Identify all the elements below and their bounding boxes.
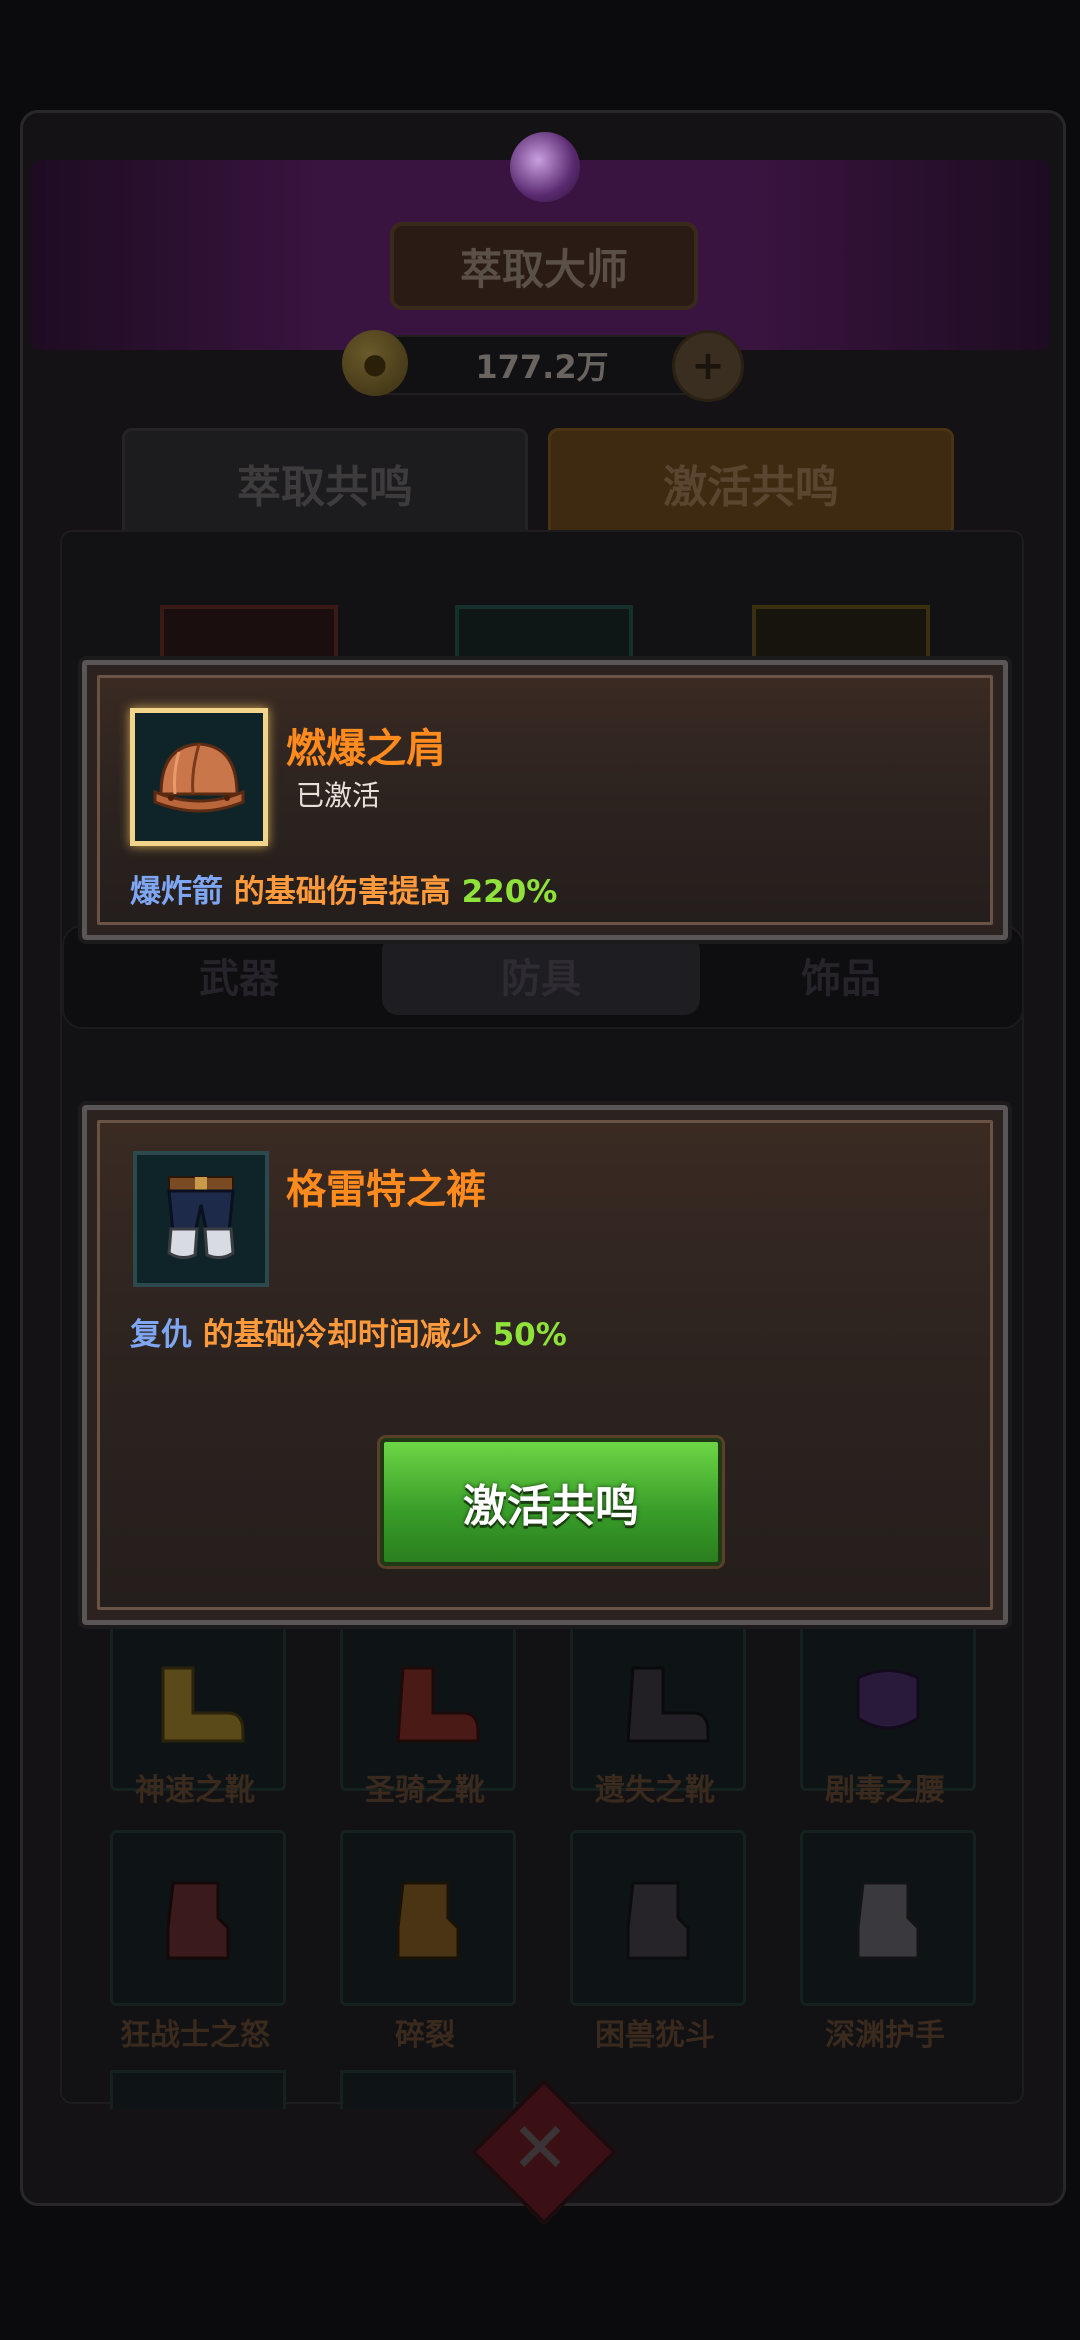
grid-item-label: 深渊护手: [825, 2018, 945, 2053]
belt-purple-icon: [856, 1669, 920, 1730]
coin-icon: ●: [342, 330, 408, 396]
popup-inner-frame: 燃爆之肩 已激活 爆炸箭 的基础伤害提高 220%: [97, 675, 993, 925]
grid-item-label: 困兽犹斗: [595, 2018, 715, 2053]
grid-item-label: 圣骑之靴: [365, 1773, 485, 1808]
gauntlet-gold-icon: [396, 1881, 460, 1960]
page-title: 萃取大师: [390, 222, 698, 310]
item-icon-slot: [130, 708, 268, 846]
grid-item[interactable]: [570, 1830, 746, 2006]
pants-icon: [167, 1176, 235, 1260]
segment-accessories[interactable]: 饰品: [682, 925, 1000, 1025]
tab-extract-resonance[interactable]: 萃取共鸣: [122, 428, 528, 538]
crystal-orb-icon: [510, 132, 580, 202]
grid-item-label: 神速之靴: [135, 1773, 255, 1808]
segment-armor[interactable]: 防具: [382, 925, 700, 1025]
item-icon-slot: [133, 1151, 269, 1287]
gauntlet-red-icon: [166, 1881, 230, 1960]
effect-value: 50%: [492, 1317, 567, 1353]
item-name: 格雷特之裤: [286, 1167, 486, 1213]
skill-name: 复仇: [130, 1317, 192, 1353]
currency-amount: 177.2万: [475, 348, 609, 386]
helmet-icon: [153, 742, 245, 813]
tab-activate-resonance[interactable]: 激活共鸣: [548, 428, 954, 538]
popup-inner-frame: 格雷特之裤 复仇 的基础冷却时间减少 50% 激活共鸣: [97, 1120, 993, 1610]
item-name: 燃爆之肩: [286, 726, 446, 772]
skill-name: 爆炸箭: [130, 874, 223, 910]
activated-status: 已激活: [296, 779, 381, 812]
resonance-popup-pending: 格雷特之裤 复仇 的基础冷却时间减少 50% 激活共鸣: [82, 1105, 1008, 1625]
activate-resonance-button[interactable]: 激活共鸣: [377, 1435, 725, 1569]
grid-item[interactable]: [340, 2070, 516, 2109]
resonance-popup-activated: 燃爆之肩 已激活 爆炸箭 的基础伤害提高 220%: [82, 660, 1008, 940]
effect-description: 爆炸箭 的基础伤害提高 220%: [130, 866, 557, 911]
effect-value: 220%: [461, 874, 558, 910]
boots-gold-icon: [161, 1666, 245, 1743]
close-icon: ✕: [510, 2107, 570, 2189]
grid-item-label: 狂战士之怒: [120, 2018, 270, 2053]
grid-item[interactable]: [110, 1830, 286, 2006]
effect-text: 的基础冷却时间减少: [202, 1317, 482, 1353]
grid-item-label: 剧毒之腰: [825, 1773, 945, 1808]
grid-item-label: 碎裂: [395, 2018, 455, 2053]
gauntlet-white-icon: [856, 1881, 920, 1960]
grid-item[interactable]: [340, 1830, 516, 2006]
boots-dark-icon: [626, 1666, 710, 1743]
grid-item[interactable]: [110, 2070, 286, 2109]
grid-item-label: 遗失之靴: [595, 1773, 715, 1808]
add-currency-button[interactable]: +: [672, 330, 744, 402]
effect-text: 的基础伤害提高: [233, 874, 451, 910]
segment-weapons[interactable]: 武器: [80, 925, 398, 1025]
gauntlet-dark-icon: [626, 1881, 690, 1960]
grid-item[interactable]: [800, 1830, 976, 2006]
boots-red-icon: [396, 1666, 480, 1743]
effect-description: 复仇 的基础冷却时间减少 50%: [130, 1309, 567, 1354]
